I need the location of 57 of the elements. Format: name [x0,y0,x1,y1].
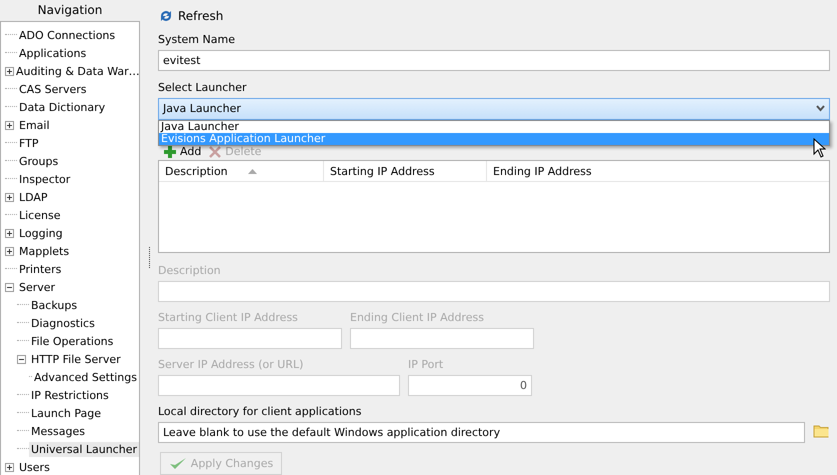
column-header[interactable]: Ending IP Address [487,161,649,182]
field-label: Local directory for client applications [158,404,362,420]
expander-icon[interactable] [17,354,29,364]
system-name-field[interactable]: evitest [158,50,830,71]
column-header[interactable]: Description [159,161,324,182]
cross-icon [209,146,222,158]
expander-icon[interactable] [5,120,17,130]
tree-item[interactable]: Printers [17,262,64,276]
tree-item[interactable]: FTP [17,136,40,150]
expander-icon[interactable] [5,282,17,292]
chevron-down-icon [816,105,825,112]
field-label: Server IP Address (or URL) [158,357,304,372]
tree-item[interactable]: Inspector [17,172,72,186]
tree-item[interactable]: LDAP [17,190,50,204]
tree-item[interactable]: Backups [29,298,80,312]
dropdown-option[interactable]: Java Launcher [159,120,829,133]
expander-icon[interactable] [5,192,17,202]
tree-item[interactable]: Diagnostics [29,316,97,330]
refresh-icon [158,8,174,24]
field-label: System Name [158,32,235,47]
sort-arrow-icon [248,168,257,174]
launcher-dropdown[interactable]: Java Launcher [158,98,830,120]
tree-item[interactable]: Launch Page [29,406,103,420]
refresh-button[interactable]: Refresh [158,8,224,24]
checkmark-icon [168,456,187,471]
tree-item[interactable]: CAS Servers [17,82,88,96]
tree-item[interactable]: Advanced Settings [32,370,139,384]
tree-item[interactable]: Server [17,280,58,294]
tree-item[interactable]: Logging [17,226,65,240]
field-label: Ending Client IP Address [350,310,484,326]
tree-item[interactable]: IP Restrictions [29,388,111,402]
expander-icon[interactable] [5,462,17,472]
tree-item[interactable]: File Operations [29,334,116,348]
tree-item[interactable]: Messages [29,424,87,438]
tree-item[interactable]: Applications [17,46,88,60]
field-label: Starting Client IP Address [158,310,298,326]
panel-title: Navigation [36,2,104,19]
tree-item[interactable]: HTTP File Server [29,352,123,366]
directory-field[interactable]: Leave blank to use the default Windows application directory [158,422,805,444]
field-label: IP Port [408,357,444,372]
plus-icon [164,146,176,158]
add-button[interactable]: Add [164,145,202,158]
tree-item[interactable]: License [17,208,62,222]
tree-item[interactable]: Auditing & Data War… [14,64,142,78]
tree-item[interactable]: ADO Connections [17,28,118,42]
tree-item[interactable]: Mapplets [17,244,72,258]
expander-icon[interactable] [5,66,14,76]
field-label: Select Launcher [158,80,247,95]
tree-item[interactable]: Groups [17,154,60,168]
tree-item[interactable]: Data Dictionary [17,100,108,114]
expander-icon[interactable] [5,228,17,238]
tree-item[interactable]: Users [17,460,52,474]
tree-item[interactable]: Email [17,118,52,132]
column-header[interactable]: Starting IP Address [324,161,487,182]
expander-icon[interactable] [5,246,17,256]
field-label: Description [158,263,221,278]
tree-item[interactable]: Universal Launcher [28,442,139,456]
